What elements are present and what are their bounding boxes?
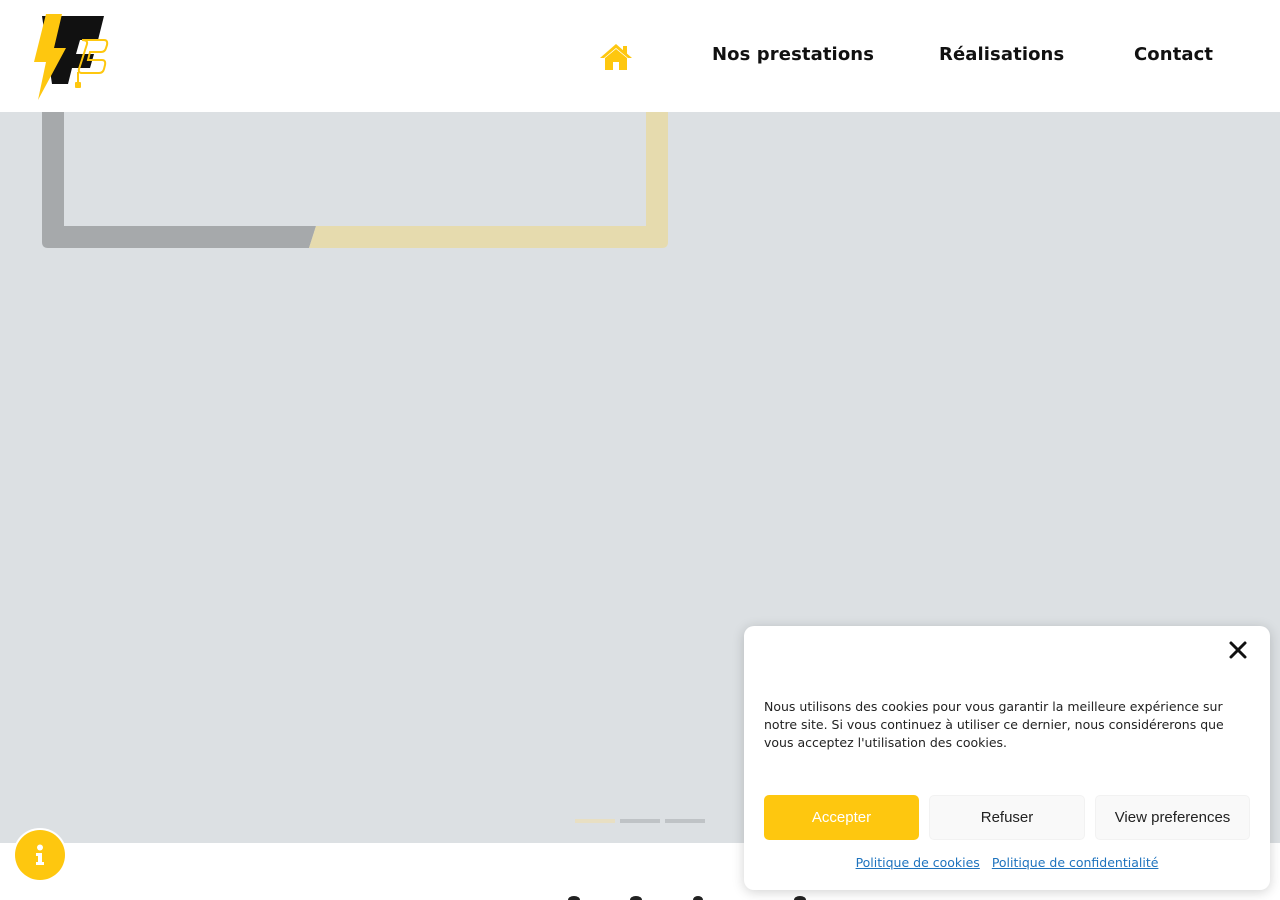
- site-logo[interactable]: [32, 12, 112, 102]
- nav-home-link[interactable]: [598, 42, 634, 72]
- cookie-consent-dialog: Nous utilisons des cookies pour vous gar…: [744, 626, 1270, 890]
- cookie-policy-link[interactable]: Politique de cookies: [856, 855, 980, 870]
- cookie-message: Nous utilisons des cookies pour vous gar…: [764, 699, 1224, 750]
- nav-link-realisations[interactable]: Réalisations: [939, 44, 1064, 65]
- slider-dot-1[interactable]: [575, 819, 615, 823]
- cropped-heading-glyphs: [568, 896, 806, 900]
- privacy-policy-link[interactable]: Politique de confidentialité: [992, 855, 1159, 870]
- hero-decorative-frame: [42, 112, 668, 248]
- info-icon: [36, 844, 44, 865]
- cookie-policy-links: Politique de cookies Politique de confid…: [744, 855, 1270, 870]
- cookie-refuse-button[interactable]: Refuser: [929, 795, 1085, 840]
- logo-mark: [34, 14, 109, 100]
- site-header: Nos prestations Réalisations Contact: [0, 0, 1280, 112]
- slider-dot-3[interactable]: [665, 819, 705, 823]
- home-icon: [600, 44, 632, 70]
- close-icon: [1229, 641, 1247, 659]
- cookie-preferences-button[interactable]: View preferences: [1095, 795, 1250, 840]
- slider-pagination: [575, 819, 705, 823]
- cookie-close-button[interactable]: [1228, 640, 1248, 660]
- info-badge-button[interactable]: [15, 830, 65, 880]
- nav-link-nos-prestations[interactable]: Nos prestations: [712, 44, 874, 65]
- nav-link-contact[interactable]: Contact: [1134, 44, 1213, 65]
- slider-dot-2[interactable]: [620, 819, 660, 823]
- cookie-accept-button[interactable]: Accepter: [764, 795, 919, 840]
